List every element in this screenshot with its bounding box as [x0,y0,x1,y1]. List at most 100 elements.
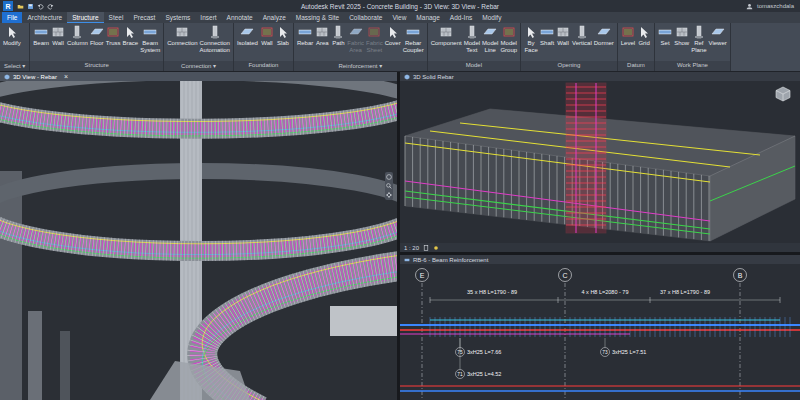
ribbon-tool[interactable]: Shaft [540,25,554,47]
ribbon-tab[interactable]: View [387,12,411,23]
rebar-icon [502,25,516,39]
ribbon-tool[interactable]: Component [431,25,462,47]
redo-icon [47,3,54,10]
navigation-bar[interactable] [385,172,393,200]
panel-label[interactable]: Opening [521,61,617,71]
ribbon-tool[interactable]: Truss [106,25,121,47]
view-cube[interactable] [774,85,792,107]
beam-3d-view[interactable] [400,81,800,243]
tool-label: Vertical [572,40,592,47]
tool-label: Slab [277,40,289,47]
panel-label[interactable]: Connection ▾ [164,61,233,71]
ribbon-tab[interactable]: Systems [160,12,195,23]
view-header[interactable]: RB-6 - Beam Reinforcement [400,255,800,264]
slab-icon [483,25,497,39]
ribbon-tool[interactable]: Cover [385,25,401,47]
ribbon-tool[interactable]: Grid [637,25,651,47]
file-tab[interactable]: File [2,12,22,23]
bar-callout: 733xH25 L=7.51 [601,338,647,357]
ribbon-tab[interactable]: Massing & Site [291,12,344,23]
beam-reinforcement-drawing[interactable]: ECB35 x H8 L=1790 - 894 x H8 L=2080 - 79… [400,264,800,400]
panel-label[interactable]: Structure [30,61,163,71]
revit-window: RAutodesk Revit 2025 - Concrete Building… [0,0,800,400]
ribbon-tool[interactable]: Slab [276,25,290,47]
ribbon-tool[interactable]: Brace [123,25,139,47]
ribbon-tool[interactable]: Model Group [500,25,517,53]
tool-label: Wall [261,40,272,47]
ribbon-tool[interactable]: Level [621,25,635,47]
spiral-ramp-3d-view[interactable] [0,81,397,400]
ribbon-tab[interactable]: Architecture [22,12,67,23]
view-header[interactable]: 3D Solid Rebar [400,72,800,81]
ribbon-panel: ConnectionConnection Automation Connectio… [164,23,234,71]
ribbon-tool[interactable]: Wall [51,25,65,47]
close-button[interactable]: × [64,73,68,80]
ribbon-tab[interactable]: Precast [128,12,160,23]
tool-label: Floor [90,40,104,47]
tool-row: BeamWallColumnFloorTrussBraceBeam System [30,23,163,61]
tool-label: Wall [557,40,568,47]
ribbon-tool[interactable]: Model Line [482,25,498,53]
ribbon-tool[interactable]: Rebar Coupler [403,25,424,53]
ribbon-tool[interactable]: Rebar [297,25,313,47]
slab-icon [597,25,611,39]
ribbon-tool[interactable]: Show [674,25,689,47]
svg-text:3xH25 L=7.51: 3xH25 L=7.51 [612,349,646,355]
ribbon-tool[interactable]: Dormer [594,25,614,47]
ribbon-tab[interactable]: Modify [477,12,506,23]
grid-line: B [734,269,747,400]
panel-label[interactable]: Model [428,61,520,71]
ribbon-tab[interactable]: Manage [411,12,445,23]
ribbon-tool[interactable]: Floor [90,25,104,47]
ribbon-tab[interactable]: Collaborate [344,12,387,23]
tool-label: Dormer [594,40,614,47]
ribbon-tool[interactable]: Wall [260,25,274,47]
ribbon-tool[interactable]: Wall [556,25,570,47]
cube-icon [4,74,10,80]
ribbon-tool[interactable]: Ref Plane [691,25,706,53]
view-scale[interactable]: 1 : 20 [404,245,419,251]
ribbon-tab[interactable]: Annotate [222,12,258,23]
ribbon-tool[interactable]: Isolated [237,25,258,47]
ribbon-tool[interactable]: By Face [524,25,538,53]
ribbon-tab[interactable]: Steel [104,12,129,23]
arrow-icon [5,25,19,39]
bar-icon [658,25,672,39]
bar-icon [406,25,420,39]
tool-label: Isolated [237,40,258,47]
ribbon-tool[interactable]: Column [67,25,88,47]
ribbon-tool[interactable]: Fabric Sheet [366,25,383,53]
ribbon-tool[interactable]: Connection [167,25,197,47]
tool-row: Modify [0,23,29,61]
user-name[interactable]: tomaszchdala [757,3,794,9]
ribbon-tab[interactable]: Add-Ins [445,12,477,23]
ribbon-tool[interactable]: Path [331,25,345,47]
tool-label: Area [316,40,329,47]
ribbon-tool[interactable]: Set [658,25,672,47]
panel-label[interactable]: Work Plane [655,61,730,71]
panel-label[interactable]: Datum [618,61,654,71]
ribbon-tool[interactable]: Modify [3,25,21,47]
panel-label[interactable]: Reinforcement ▾ [294,61,427,71]
ribbon-tool[interactable]: Viewer [708,25,726,47]
app-logo[interactable]: R [3,1,13,11]
ribbon-tool[interactable]: Connection Automation [200,25,230,53]
panel-label[interactable]: Foundation [234,61,293,71]
rebar-band [0,204,397,258]
ribbon-tab[interactable]: Insert [195,12,221,23]
tool-label: Model Text [464,40,480,53]
view-header[interactable]: 3D View - Rebar× [0,72,397,81]
ribbon-tool[interactable]: Beam System [140,25,160,53]
ribbon-tool[interactable]: Model Text [464,25,480,53]
ribbon-tab[interactable]: Structure [67,12,103,23]
ribbon-tool[interactable]: Beam [33,25,49,47]
ribbon-tool[interactable]: Fabric Area [347,25,364,53]
tool-label: Fabric Sheet [366,40,383,53]
ribbon-panel: RebarAreaPathFabric AreaFabric SheetCove… [294,23,428,71]
ribbon-tool[interactable]: Vertical [572,25,592,47]
left-view: 3D View - Rebar× [0,72,397,400]
ribbon-tab[interactable]: Analyze [258,12,291,23]
pillar-icon [465,25,479,39]
ribbon-tool[interactable]: Area [315,25,329,47]
panel-label[interactable]: Select ▾ [0,61,29,71]
